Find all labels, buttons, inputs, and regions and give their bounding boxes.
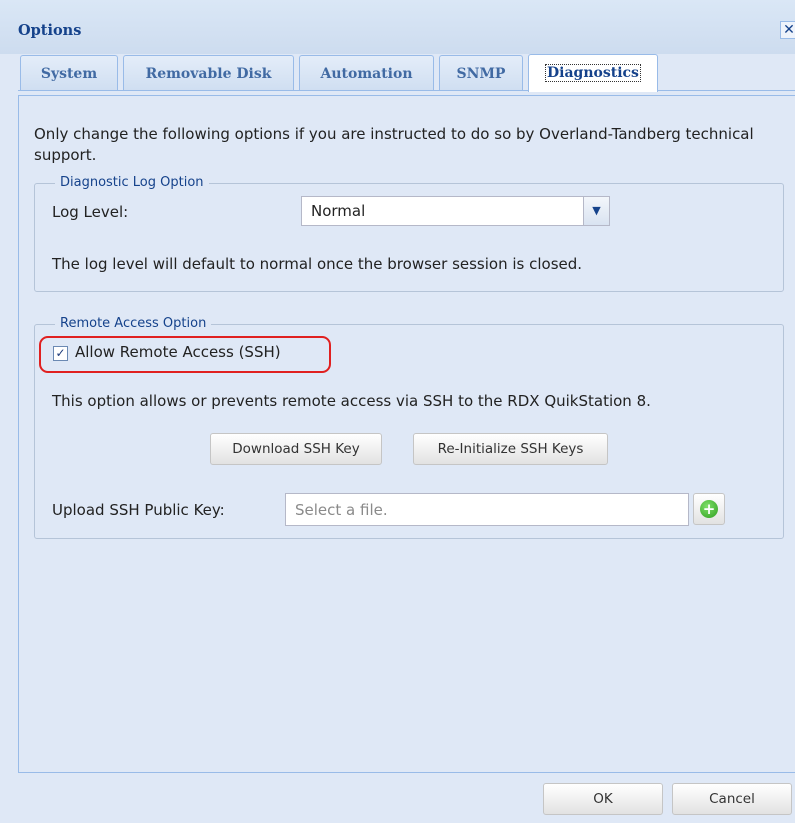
- dialog-titlebar: Options ✕: [0, 0, 795, 54]
- dialog-title: Options: [18, 22, 82, 39]
- ok-button[interactable]: OK: [543, 783, 663, 815]
- reinitialize-ssh-keys-button[interactable]: Re-Initialize SSH Keys: [413, 433, 608, 465]
- ssh-key-file-field[interactable]: [285, 493, 689, 526]
- cancel-button[interactable]: Cancel: [672, 783, 792, 815]
- tab-snmp[interactable]: SNMP: [439, 55, 523, 91]
- options-dialog: Options ✕ System Removable Disk Automati…: [0, 0, 795, 823]
- remote-access-legend: Remote Access Option: [55, 316, 212, 332]
- tab-diagnostics-label: Diagnostics: [545, 64, 641, 82]
- chevron-down-icon[interactable]: ▼: [583, 197, 609, 225]
- tab-automation-label: Automation: [320, 66, 413, 82]
- tab-automation[interactable]: Automation: [299, 55, 434, 91]
- tab-system[interactable]: System: [20, 55, 118, 91]
- download-ssh-key-button[interactable]: Download SSH Key: [210, 433, 382, 465]
- allow-remote-access-label[interactable]: Allow Remote Access (SSH): [75, 343, 281, 361]
- tab-system-label: System: [40, 66, 98, 82]
- plus-circle-icon: +: [700, 500, 718, 518]
- ssh-key-file-input[interactable]: [286, 494, 675, 525]
- log-level-select[interactable]: Normal ▼: [301, 196, 610, 226]
- allow-remote-access-checkbox[interactable]: ✓: [53, 346, 68, 361]
- dialog-footer: OK Cancel: [0, 773, 795, 823]
- tab-removable-disk[interactable]: Removable Disk: [123, 55, 294, 91]
- tab-diagnostics[interactable]: Diagnostics: [528, 54, 658, 92]
- checkmark-icon: ✓: [55, 346, 66, 360]
- tab-snmp-label: SNMP: [456, 66, 506, 82]
- intro-text: Only change the following options if you…: [34, 125, 754, 164]
- log-level-note: The log level will default to normal onc…: [52, 255, 583, 273]
- remote-access-note: This option allows or prevents remote ac…: [52, 392, 651, 410]
- log-level-value: Normal: [311, 202, 366, 220]
- tab-removable-disk-label: Removable Disk: [145, 66, 272, 82]
- log-level-label: Log Level:: [52, 203, 129, 221]
- upload-ssh-key-label: Upload SSH Public Key:: [52, 501, 225, 519]
- close-icon[interactable]: ✕: [780, 21, 795, 39]
- add-file-button[interactable]: +: [693, 493, 725, 525]
- diagnostic-log-legend: Diagnostic Log Option: [55, 175, 209, 191]
